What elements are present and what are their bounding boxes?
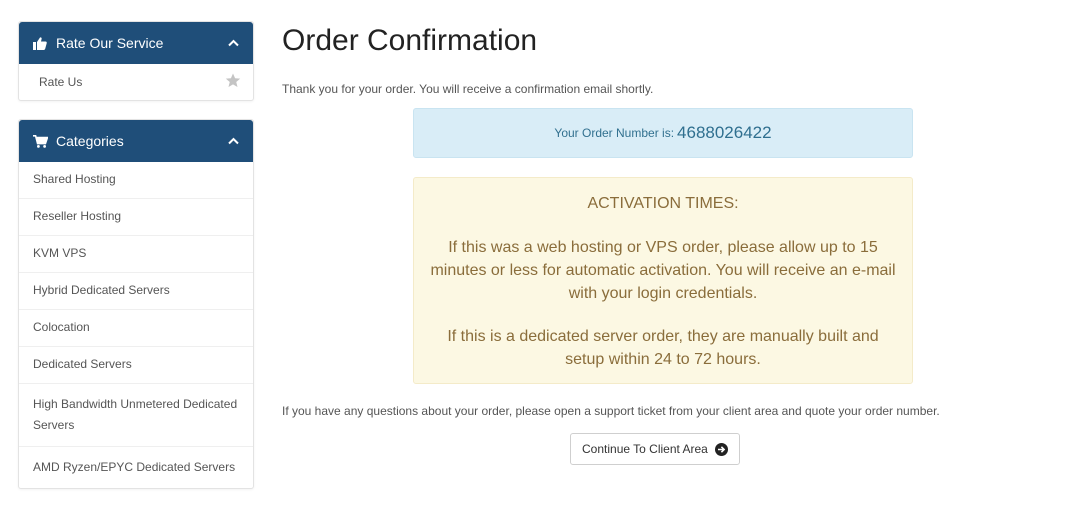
chevron-up-icon[interactable]: [227, 135, 239, 147]
support-note: If you have any questions about your ord…: [282, 404, 940, 418]
order-confirmation-page: Rate Our Service Rate Us Categories Shar…: [0, 0, 1075, 507]
arrow-circle-right-icon: [714, 442, 728, 456]
category-high-bandwidth-unmetered[interactable]: High Bandwidth Unmetered Dedicated Serve…: [19, 383, 253, 446]
categories-panel: Categories Shared Hosting Reseller Hosti…: [18, 119, 254, 489]
chevron-up-icon[interactable]: [227, 37, 239, 49]
shopping-cart-icon: [33, 134, 49, 148]
category-kvm-vps[interactable]: KVM VPS: [19, 235, 253, 272]
thank-you-message: Thank you for your order. You will recei…: [282, 82, 654, 96]
category-reseller-hosting[interactable]: Reseller Hosting: [19, 198, 253, 235]
star-icon[interactable]: [225, 73, 241, 91]
category-hybrid-dedicated-servers[interactable]: Hybrid Dedicated Servers: [19, 272, 253, 309]
category-list: Shared Hosting Reseller Hosting KVM VPS …: [19, 162, 253, 488]
categories-panel-header[interactable]: Categories: [19, 120, 253, 162]
category-dedicated-servers[interactable]: Dedicated Servers: [19, 346, 253, 383]
continue-button-label: Continue To Client Area: [582, 442, 708, 456]
category-shared-hosting[interactable]: Shared Hosting: [19, 162, 253, 198]
thumbs-up-icon: [33, 36, 49, 50]
page-title: Order Confirmation: [282, 24, 538, 57]
rate-us-label: Rate Us: [39, 75, 83, 89]
order-number: 4688026422: [677, 123, 772, 142]
activation-hosting-text: If this was a web hosting or VPS order, …: [430, 239, 896, 302]
category-colocation[interactable]: Colocation: [19, 309, 253, 346]
activation-dedicated-text: If this is a dedicated server order, the…: [447, 328, 879, 368]
rate-us-item[interactable]: Rate Us: [19, 64, 253, 100]
rate-service-panel: Rate Our Service Rate Us: [18, 21, 254, 101]
activation-times-box: ACTIVATION TIMES: If this was a web host…: [413, 177, 913, 384]
rate-service-panel-header[interactable]: Rate Our Service: [19, 22, 253, 64]
rate-service-title: Rate Our Service: [56, 35, 164, 51]
category-amd-ryzen-epyc[interactable]: AMD Ryzen/EPYC Dedicated Servers: [19, 446, 253, 488]
activation-heading: ACTIVATION TIMES:: [587, 195, 739, 212]
categories-title: Categories: [56, 133, 124, 149]
order-number-box: Your Order Number is: 4688026422: [413, 108, 913, 158]
sidebar: Rate Our Service Rate Us Categories Shar…: [18, 21, 254, 489]
continue-to-client-area-button[interactable]: Continue To Client Area: [570, 433, 740, 465]
order-number-label: Your Order Number is:: [554, 126, 675, 140]
